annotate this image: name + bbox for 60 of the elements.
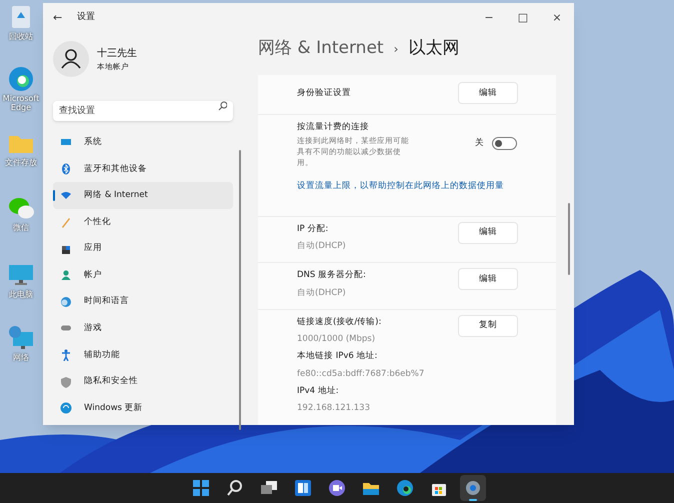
breadcrumb-separator: › — [394, 41, 398, 58]
nav-item[interactable]: Windows 更新 — [53, 394, 233, 422]
setting-value: fe80::cd5a:bdff:7687:b6eb%7 — [297, 368, 426, 380]
edit-button[interactable]: 编辑 — [459, 269, 517, 289]
shield-icon — [60, 376, 72, 388]
nav-item[interactable]: 隐私和安全性 — [53, 368, 233, 395]
brush-icon — [60, 216, 72, 228]
network-monitor-icon — [8, 325, 34, 351]
window-title: 设置 — [77, 11, 95, 24]
setting-label: 链接速度(接收/传输): — [297, 316, 382, 328]
setting-label: IPv4 地址: — [297, 384, 340, 398]
edge-logo-icon — [8, 66, 34, 92]
video-chat-icon — [327, 478, 347, 498]
edit-button[interactable]: 编辑 — [459, 83, 517, 103]
setting-label: 按流量计费的连接 — [297, 121, 370, 134]
back-button[interactable]: ← — [53, 10, 73, 26]
widgets-icon — [293, 478, 313, 498]
data-limit-link[interactable]: 设置流量上限，以帮助控制在此网络上的数据使用量 — [297, 180, 517, 192]
start-icon — [191, 478, 211, 498]
breadcrumb-link[interactable]: 网络 & Internet — [258, 36, 384, 62]
edge-logo-icon — [395, 478, 415, 498]
person-icon — [60, 269, 72, 282]
monitor-icon — [8, 262, 34, 288]
nav-item[interactable]: 帐户 — [53, 262, 233, 289]
accessibility-icon — [60, 349, 72, 362]
chat-bubbles-icon — [8, 195, 34, 221]
nav-item[interactable]: 蓝牙和其他设备 — [53, 156, 233, 182]
nav-item[interactable]: 个性化 — [53, 208, 233, 236]
close-button[interactable]: × — [540, 4, 574, 32]
setting-label: DNS 服务器分配: — [297, 269, 367, 282]
search-icon — [225, 478, 245, 498]
bluetooth-icon — [60, 162, 72, 175]
sync-icon — [60, 402, 72, 414]
setting-label: 身份验证设置 — [297, 86, 352, 100]
setting-value: 192.168.121.133 — [297, 402, 372, 415]
toggle-switch[interactable] — [492, 137, 517, 150]
setting-label: 本地链接 IPv6 地址: — [297, 350, 378, 363]
search-field[interactable]: 查找设置 — [53, 101, 233, 121]
user-name: 十三先生 — [97, 46, 137, 61]
nav-item[interactable]: 辅助功能 — [53, 342, 233, 368]
nav-item[interactable]: 网络 & Internet — [53, 182, 233, 209]
search-icon — [218, 101, 227, 111]
edit-button[interactable]: 编辑 — [459, 222, 517, 242]
maximize-button[interactable]: □ — [506, 4, 540, 32]
page-title: 以太网 — [408, 37, 460, 60]
nav-item[interactable]: 应用 — [53, 235, 233, 262]
copy-button[interactable]: 复制 — [459, 316, 517, 336]
wifi-icon — [60, 189, 72, 202]
setting-label: IP 分配: — [297, 222, 330, 236]
setting-value: 自动(DHCP) — [297, 286, 347, 300]
nav-item[interactable]: 时间和语言 — [53, 288, 233, 316]
nav-item[interactable]: 游戏 — [53, 315, 233, 342]
setting-value: 自动(DHCP) — [297, 240, 347, 253]
toggle-state-label: 关 — [475, 137, 484, 150]
avatar-icon — [53, 41, 89, 77]
minimize-button[interactable]: − — [472, 4, 506, 32]
scrollbar[interactable] — [568, 203, 570, 275]
setting-value: 1000/1000 (Mbps) — [297, 333, 376, 346]
nav-item[interactable]: 系统 — [53, 129, 233, 156]
scrollbar[interactable] — [239, 150, 241, 430]
